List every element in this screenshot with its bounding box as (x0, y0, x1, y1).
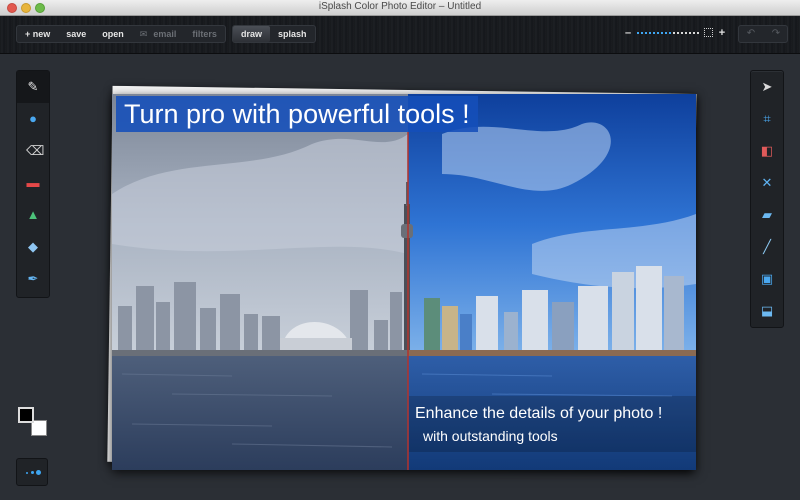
photo-canvas[interactable]: Turn pro with powerful tools ! Enhance t… (112, 94, 696, 470)
zoom-in-button[interactable]: + (716, 27, 728, 39)
medium-dot-icon (31, 471, 34, 474)
caption-line-1: Enhance the details of your photo ! (415, 405, 663, 422)
eraser-icon: ⌫ (26, 143, 45, 158)
edit-close-button[interactable]: ✕ (751, 167, 783, 199)
title-bar: iSplash Color Photo Editor – Untitled (0, 0, 800, 16)
toolbar: + new save open ✉ email filters draw spla… (0, 16, 800, 54)
window-title: iSplash Color Photo Editor – Untitled (318, 1, 482, 12)
brush-size-button[interactable] (16, 458, 48, 486)
edit-swap-colors-button[interactable]: ◧ (751, 135, 783, 167)
swap-colors-icon: ◧ (760, 143, 774, 158)
tool-bandage-button[interactable]: ▬ (17, 167, 49, 199)
new-button[interactable]: + new (17, 26, 58, 42)
foreground-color-swatch[interactable] (18, 407, 34, 423)
filters-button[interactable]: filters (184, 26, 225, 42)
drop-icon: ● (29, 111, 37, 126)
large-dot-icon (36, 470, 41, 475)
tool-color-fill-button[interactable]: ▲ (17, 199, 49, 231)
tool-brush-button[interactable]: ✎ (17, 71, 49, 103)
window-icon: ▣ (760, 271, 774, 286)
fit-to-screen-icon[interactable] (704, 28, 713, 37)
zoom-slider-fill (637, 32, 672, 34)
envelope-icon: ✉ (139, 29, 148, 39)
draw-mode-button[interactable]: draw (233, 26, 271, 42)
tool-pen-button[interactable]: ✒ (17, 263, 49, 295)
small-dot-icon (26, 472, 28, 474)
edit-pointer-button[interactable]: ➤ (751, 71, 783, 103)
zoom-out-button[interactable]: – (622, 27, 634, 39)
pen-icon: ✒ (27, 271, 39, 286)
stamp-icon: ⬓ (760, 303, 774, 318)
save-button[interactable]: save (58, 26, 94, 42)
file-actions-group: + new save open ✉ email filters (16, 25, 226, 43)
tool-drop-button[interactable]: ● (17, 103, 49, 135)
edit-crop-button[interactable]: ⌗ (751, 103, 783, 135)
edit-ruler-button[interactable]: ▰ (751, 199, 783, 231)
history-group: ↶ ↷ (738, 25, 788, 43)
mode-toggle-group: draw splash (232, 25, 316, 43)
bandage-icon: ▬ (26, 175, 40, 190)
crop-icon: ⌗ (763, 111, 771, 126)
edit-window-button[interactable]: ▣ (751, 263, 783, 295)
left-tool-panel: ✎ ● ⌫ ▬ ▲ ◆ ✒ (16, 70, 50, 298)
right-tool-panel: ➤ ⌗ ◧ ✕ ▰ ╱ ▣ ⬓ (750, 70, 784, 328)
email-button[interactable]: ✉ email (132, 26, 185, 42)
close-icon: ✕ (761, 175, 773, 190)
blur-icon: ◆ (28, 239, 38, 254)
splash-mode-button[interactable]: splash (270, 26, 315, 42)
straighten-icon: ╱ (763, 239, 771, 254)
color-fill-icon: ▲ (26, 207, 40, 222)
caption-line-2: with outstanding tools (423, 428, 558, 444)
open-button[interactable]: open (94, 26, 132, 42)
zoom-slider[interactable] (637, 32, 699, 34)
ruler-icon: ▰ (762, 207, 772, 222)
redo-button[interactable]: ↷ (764, 27, 788, 41)
pointer-icon: ➤ (761, 79, 773, 94)
undo-button[interactable]: ↶ (739, 27, 763, 41)
tool-eraser-button[interactable]: ⌫ (17, 135, 49, 167)
edit-straighten-button[interactable]: ╱ (751, 231, 783, 263)
headline-banner: Turn pro with powerful tools ! (116, 96, 478, 132)
edit-stamp-button[interactable]: ⬓ (751, 295, 783, 327)
tool-blur-button[interactable]: ◆ (17, 231, 49, 263)
brush-icon: ✎ (27, 79, 39, 94)
